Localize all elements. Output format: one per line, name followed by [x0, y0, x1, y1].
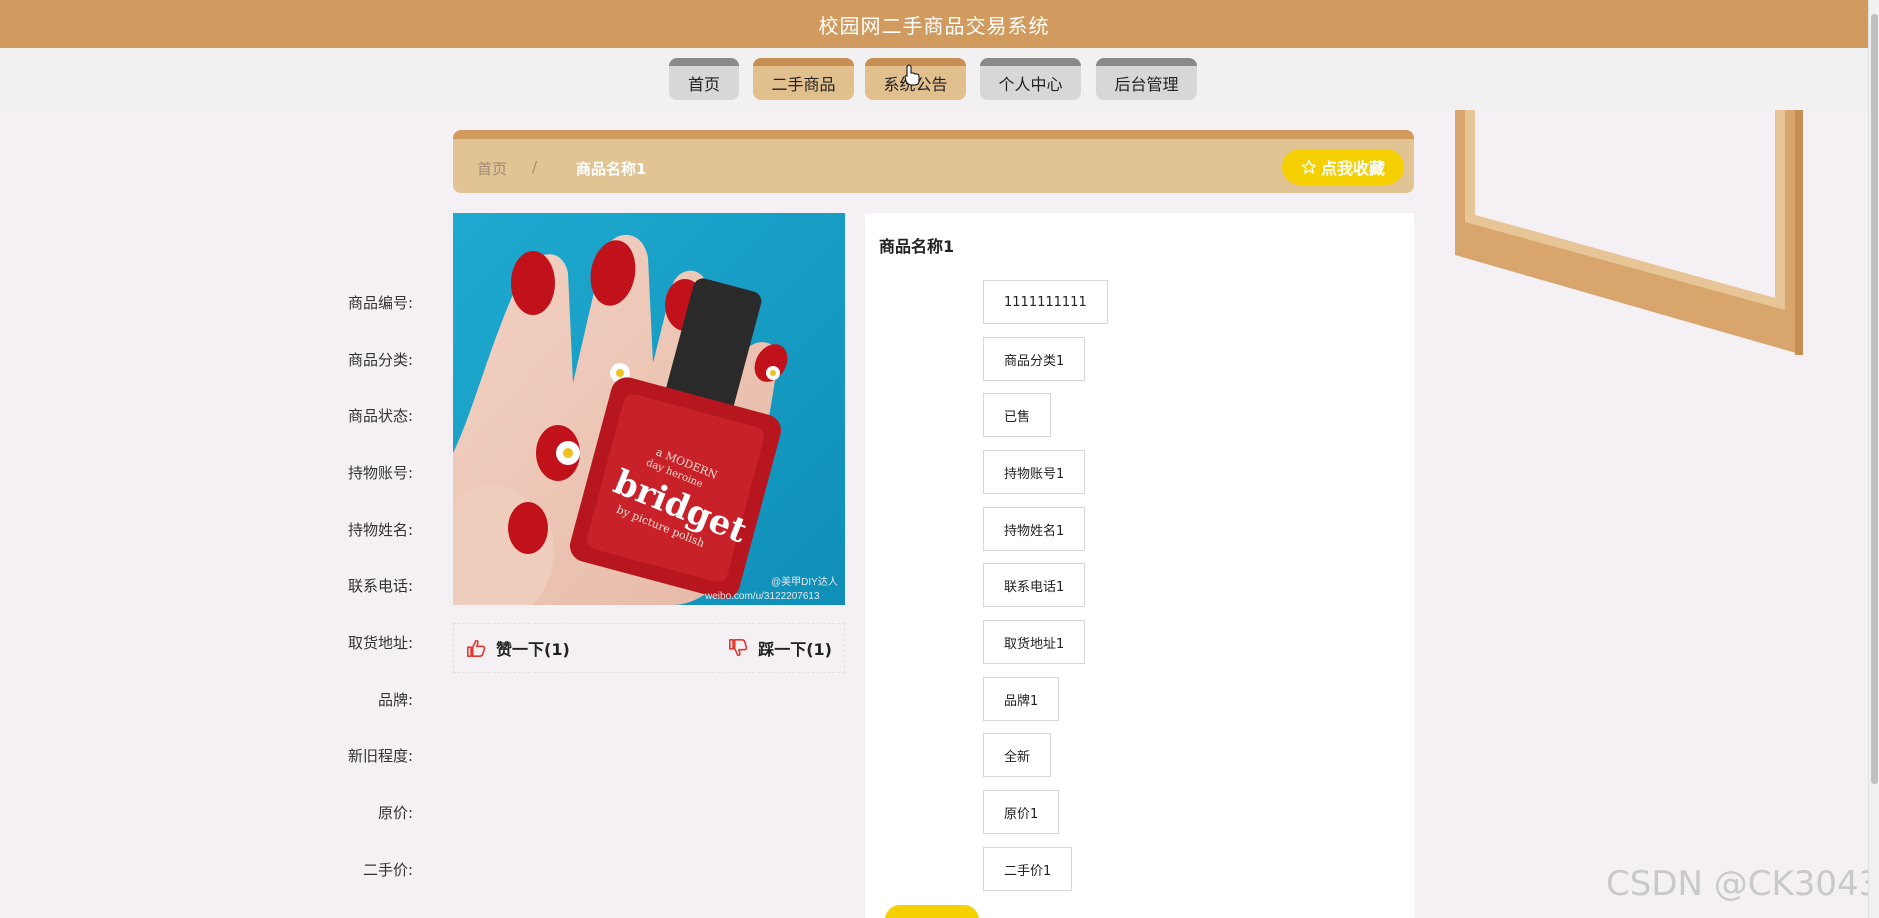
favorite-label: 点我收藏: [1320, 159, 1385, 178]
field-value: 持物账号1: [983, 450, 1086, 494]
image-credit: @美甲DIY达人: [771, 575, 838, 588]
thumbs-up-icon: [467, 639, 486, 657]
thumbs-down-icon: [729, 639, 748, 657]
field-label: 持物姓名:: [347, 521, 413, 539]
field-value: 原价1: [983, 790, 1060, 834]
vote-bar: 赞一下(1) 踩一下(1): [453, 623, 845, 673]
app-title: 校园网二手商品交易系统: [818, 13, 1050, 38]
field-value: 联系电话1: [983, 563, 1086, 607]
watermark: CSDN @CK3043: [1606, 864, 1879, 904]
field-label: 品牌:: [377, 691, 413, 709]
scrollbar-thumb[interactable]: [1871, 14, 1878, 784]
field-value: 已售: [983, 393, 1052, 437]
field-label: 新旧程度:: [347, 747, 413, 765]
nav-home-label: 首页: [687, 75, 720, 94]
like-label: 赞一下(1): [496, 640, 570, 659]
field-value: 取货地址1: [983, 620, 1086, 664]
field-label: 商品分类:: [347, 351, 413, 369]
field-value: 1111111111: [983, 280, 1108, 324]
nav-admin[interactable]: 后台管理: [1096, 58, 1197, 100]
field-label: 取货地址:: [347, 634, 413, 652]
product-detail-panel: 商品名称1 商品编号: 1111111111 商品分类: 商品分类1 商品状态:…: [348, 213, 1414, 918]
page-scrollbar[interactable]: [1868, 0, 1879, 918]
field-value: 全新: [983, 733, 1052, 777]
field-label: 原价:: [377, 804, 413, 822]
top-header: 校园网二手商品交易系统: [0, 0, 1868, 48]
hand-cursor-icon: [904, 64, 920, 86]
breadcrumb: 首页 / 商品名称1 点我收藏: [453, 130, 1414, 193]
field-value: 品牌1: [983, 677, 1060, 721]
star-icon: [1301, 159, 1317, 174]
like-button[interactable]: 赞一下(1): [466, 636, 570, 660]
field-value: 商品分类1: [983, 337, 1086, 381]
main-nav: 首页 二手商品 系统公告 个人中心 后台管理: [0, 48, 1868, 110]
nav-secondhand-goods[interactable]: 二手商品: [753, 58, 854, 100]
breadcrumb-separator: /: [532, 158, 538, 176]
field-label: 二手价:: [362, 861, 413, 879]
field-label: 商品状态:: [347, 407, 413, 425]
field-value: 二手价1: [983, 847, 1073, 891]
dislike-label: 踩一下(1): [758, 640, 832, 659]
decorative-frame: [1455, 110, 1803, 355]
action-button-partial[interactable]: [885, 905, 979, 918]
nav-personal-center-label: 个人中心: [998, 75, 1063, 94]
field-label: 商品编号:: [347, 294, 413, 312]
image-url: weibo.com/u/3122207613: [704, 591, 820, 602]
nav-personal-center[interactable]: 个人中心: [980, 58, 1081, 100]
nav-home[interactable]: 首页: [669, 58, 739, 100]
favorite-button[interactable]: 点我收藏: [1282, 149, 1404, 185]
field-label: 联系电话:: [347, 577, 413, 595]
nav-admin-label: 后台管理: [1114, 75, 1179, 94]
product-name: 商品名称1: [879, 237, 955, 256]
field-value: 持物姓名1: [983, 507, 1086, 551]
field-label: 持物账号:: [347, 464, 413, 482]
breadcrumb-home-link[interactable]: 首页: [477, 158, 507, 179]
nav-secondhand-goods-label: 二手商品: [771, 75, 836, 94]
product-image: a MODERN day heroine bridget by picture …: [453, 213, 845, 605]
dislike-button[interactable]: 踩一下(1): [728, 636, 832, 660]
breadcrumb-current: 商品名称1: [576, 160, 647, 178]
